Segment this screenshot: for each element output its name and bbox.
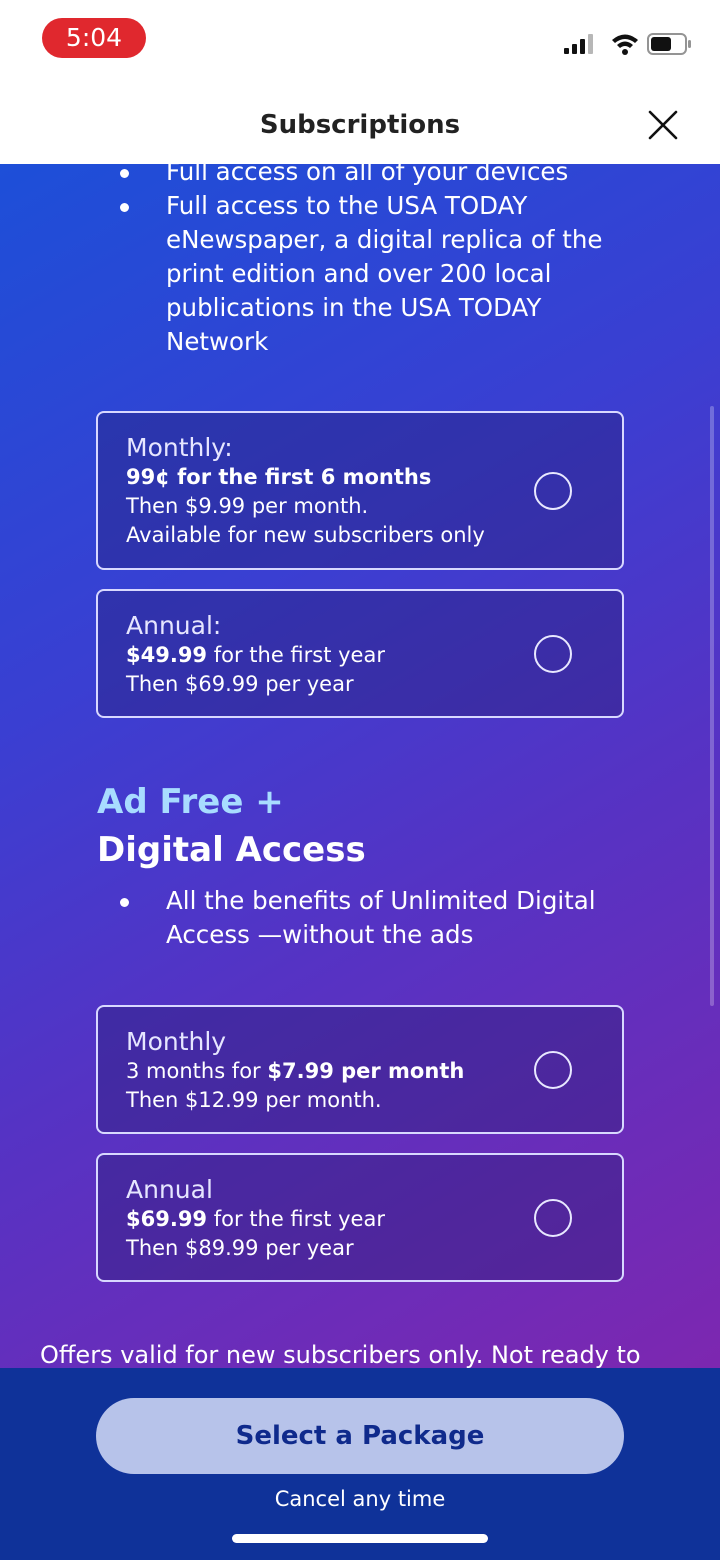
plan-promo-price: $7.99 per month <box>267 1059 465 1083</box>
status-bar: 5:04 <box>0 0 720 80</box>
status-icons <box>564 30 694 60</box>
cancel-any-time-text: Cancel any time <box>274 1487 446 1511</box>
plan-card-monthly[interactable]: Monthly: 99¢ for the first 6 months Then… <box>96 411 624 570</box>
home-indicator[interactable] <box>232 1534 488 1543</box>
header: Subscriptions <box>0 80 720 164</box>
benefit-item: All the benefits of Unlimited Digital Ac… <box>0 884 720 952</box>
plan-radio[interactable] <box>534 1051 572 1089</box>
status-icons-graphic <box>564 33 691 55</box>
subscriptions-screen: 5:04 Subscriptions Full access on all of… <box>0 0 720 1560</box>
plan-card-ad-free-annual[interactable]: Annual $69.99 for the first year Then $8… <box>96 1153 624 1282</box>
plan-renewal-price: Then $69.99 per year <box>126 672 354 696</box>
footer: Select a Package Cancel any time <box>0 1368 720 1560</box>
battery-icon <box>647 33 691 55</box>
plan-promo-term: for the first year <box>207 1207 385 1231</box>
cellular-signal-icon <box>564 34 593 54</box>
plan-card-ad-free-monthly[interactable]: Monthly 3 months for $7.99 per month The… <box>96 1005 624 1134</box>
ad-free-heading-main: Digital Access <box>97 830 366 870</box>
status-time: 5:04 <box>42 18 146 58</box>
offers-disclaimer: Offers valid for new subscribers only. N… <box>40 1341 641 1368</box>
plan-promo-term: 3 months for <box>126 1059 268 1083</box>
close-button[interactable] <box>646 108 680 142</box>
plan-radio[interactable] <box>534 635 572 673</box>
plan-card-annual[interactable]: Annual: $49.99 for the first year Then $… <box>96 589 624 718</box>
plan-promo-price: $49.99 <box>126 643 208 667</box>
plan-title: Monthly: <box>126 433 233 462</box>
plan-promo-term: for the first year <box>207 643 385 667</box>
ad-free-heading-accent: Ad Free + <box>97 782 284 822</box>
close-icon <box>648 110 678 140</box>
plan-eligibility: Available for new subscribers only <box>126 523 485 547</box>
select-package-button[interactable]: Select a Package <box>96 1398 624 1474</box>
plan-renewal-price: Then $89.99 per year <box>126 1236 354 1260</box>
plan-promo-price: $69.99 <box>126 1207 208 1231</box>
wifi-icon <box>612 34 638 55</box>
page-title: Subscriptions <box>259 110 461 140</box>
plan-radio[interactable] <box>534 472 572 510</box>
plan-radio[interactable] <box>534 1199 572 1237</box>
subscription-options[interactable]: Full access on all of your devices Full … <box>0 164 720 1368</box>
ad-free-benefits: All the benefits of Unlimited Digital Ac… <box>0 884 720 952</box>
plan-promo-price: 99¢ for the first 6 months <box>126 465 432 489</box>
digital-access-benefits: Full access on all of your devices Full … <box>0 164 720 359</box>
ad-free-heading: Ad Free + Digital Access <box>97 778 366 874</box>
plan-renewal-price: Then $12.99 per month. <box>126 1088 382 1112</box>
benefit-item: Full access to the USA TODAY eNewspaper,… <box>0 189 720 359</box>
